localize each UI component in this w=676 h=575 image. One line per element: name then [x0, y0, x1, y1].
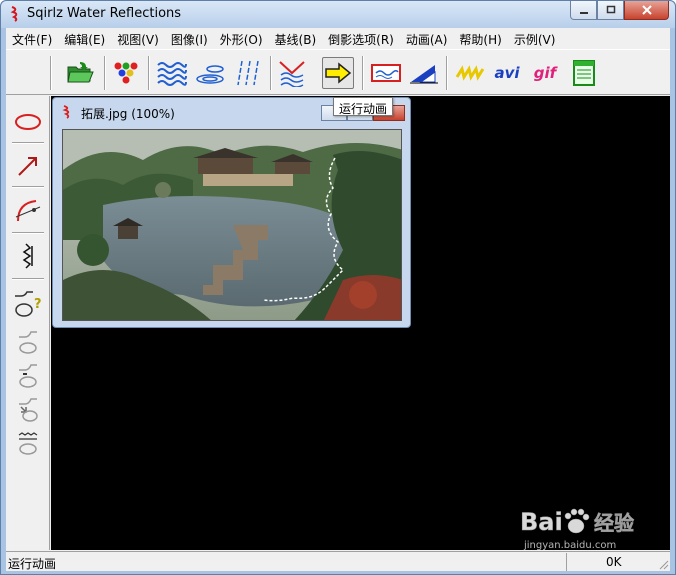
toolbar-separator — [446, 56, 448, 90]
baidu-paw-logo: Bai 经验 jingyan.baidu.com — [520, 508, 635, 551]
window-controls — [570, 1, 669, 20]
avi-label: avi — [494, 64, 520, 82]
menu-help[interactable]: 帮助(H) — [453, 28, 507, 48]
reflection-help-tool[interactable]: ? — [10, 286, 46, 322]
minimize-button[interactable] — [570, 1, 597, 20]
window-title: Sqirlz Water Reflections — [27, 6, 182, 21]
baidu-watermark: Bai 经验 jingyan.baidu.com — [516, 498, 666, 552]
menu-bar: 文件(F) 编辑(E) 视图(V) 图像(I) 外形(O) 基线(B) 倒影选项… — [6, 28, 670, 48]
tool-separator — [12, 186, 44, 188]
menu-edit[interactable]: 编辑(E) — [58, 28, 111, 48]
menu-reflection-options[interactable]: 倒影选项(R) — [322, 28, 400, 48]
save-gif-button[interactable]: gif — [529, 57, 561, 89]
workspace[interactable]: 拓展.jpg (100%) — [51, 96, 670, 550]
app-icon — [10, 6, 18, 22]
reflection-4-icon — [18, 432, 38, 455]
color-dots-icon — [114, 62, 138, 84]
reflection-tool-4[interactable] — [10, 426, 46, 462]
title-bar[interactable]: Sqirlz Water Reflections — [1, 1, 675, 28]
document-window: 拓展.jpg (100%) — [52, 97, 411, 328]
toolbar-separator — [50, 56, 52, 90]
document-app-icon — [62, 105, 70, 119]
curve-icon — [15, 200, 41, 222]
resize-grip-icon[interactable] — [657, 558, 669, 570]
open-folder-icon — [67, 62, 94, 83]
close-button[interactable] — [624, 1, 669, 20]
left-toolbar: ? — [6, 96, 50, 550]
curve-tool[interactable] — [10, 192, 46, 228]
preview-frame-icon — [371, 64, 401, 82]
waves-button[interactable] — [156, 57, 188, 89]
maximize-icon — [606, 5, 615, 14]
minimize-icon — [579, 12, 588, 14]
document-title: 拓展.jpg (100%) — [81, 107, 175, 121]
arrow-icon — [18, 157, 37, 176]
zigzag-button[interactable] — [454, 57, 486, 89]
toolbar-separator — [270, 56, 272, 90]
toolbar-separator — [362, 56, 364, 90]
gif-label: gif — [533, 64, 557, 82]
triangle-icon — [410, 65, 438, 84]
menu-file[interactable]: 文件(F) — [6, 28, 58, 48]
toolbar-separator — [104, 56, 106, 90]
stream-icon — [279, 61, 305, 87]
open-button[interactable] — [64, 57, 96, 89]
garden-photo[interactable] — [62, 129, 402, 321]
rain-icon — [237, 60, 259, 86]
reflection-2-icon — [19, 364, 37, 388]
baseline-tool[interactable] — [10, 238, 46, 274]
watermark-logo-text: Bai — [520, 508, 563, 536]
menu-examples[interactable]: 示例(V) — [508, 28, 562, 48]
save-avi-button[interactable]: avi — [491, 57, 523, 89]
status-message: 运行动画 — [8, 557, 57, 571]
reflection-tool-1[interactable] — [10, 324, 46, 360]
garden-landscape-image — [63, 130, 401, 320]
toolbar: avi gif — [6, 49, 670, 95]
watermark-subtext: jingyan.baidu.com — [523, 540, 616, 551]
ripples-button[interactable] — [194, 57, 226, 89]
maximize-button[interactable] — [597, 1, 624, 20]
tool-separator — [12, 232, 44, 234]
ellipse-icon — [15, 114, 41, 130]
preview-button[interactable] — [370, 57, 402, 89]
baseline-icon — [22, 243, 33, 269]
watermark-jingyan-text: 经验 — [594, 511, 634, 535]
color-button[interactable] — [110, 57, 142, 89]
reflection-1-icon — [19, 331, 37, 354]
menu-baseline[interactable]: 基线(B) — [269, 28, 323, 48]
menu-image[interactable]: 图像(I) — [165, 28, 214, 48]
rain-button[interactable] — [232, 57, 264, 89]
waves-icon — [157, 62, 187, 86]
perspective-button[interactable] — [408, 57, 440, 89]
reflection-tool-3[interactable] — [10, 392, 46, 428]
client-area: 文件(F) 编辑(E) 视图(V) 图像(I) 外形(O) 基线(B) 倒影选项… — [6, 28, 670, 571]
tool-separator — [12, 142, 44, 144]
document-icon — [573, 60, 595, 86]
tooltip: 运行动画 — [333, 97, 394, 116]
arrow-tool[interactable] — [10, 148, 46, 184]
reflection-tool-2[interactable] — [10, 358, 46, 394]
svg-text:?: ? — [34, 297, 42, 312]
status-value: 0K — [606, 555, 622, 569]
ripples-icon — [196, 65, 224, 84]
tool-separator — [12, 278, 44, 280]
ellipse-tool[interactable] — [10, 104, 46, 140]
zigzag-icon — [455, 65, 485, 81]
reflection-help-icon: ? — [15, 291, 42, 317]
app-window: Sqirlz Water Reflections 文件(F) 编辑(E) 视图(… — [0, 0, 676, 575]
run-animation-button[interactable] — [322, 57, 354, 89]
document-button[interactable] — [568, 57, 600, 89]
menu-view[interactable]: 视图(V) — [111, 28, 165, 48]
menu-outline[interactable]: 外形(O) — [214, 28, 269, 48]
arrow-right-icon — [325, 62, 352, 84]
close-icon — [641, 5, 652, 15]
toolbar-separator — [148, 56, 150, 90]
status-bar: 运行动画 0K — [6, 551, 670, 571]
menu-animation[interactable]: 动画(A) — [400, 28, 454, 48]
stream-button[interactable] — [276, 57, 308, 89]
reflection-3-icon — [19, 398, 38, 422]
